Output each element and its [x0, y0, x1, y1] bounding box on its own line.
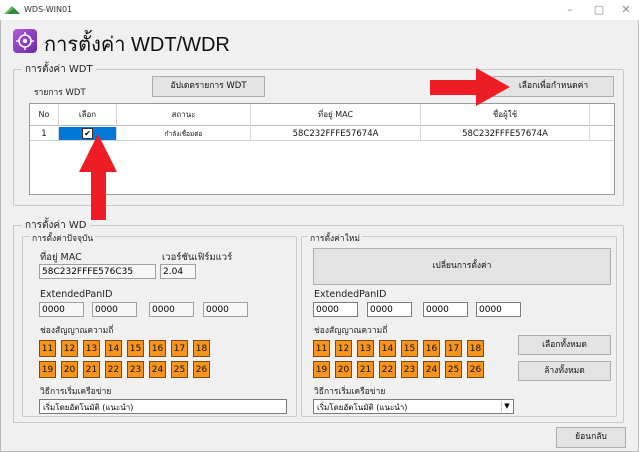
current-channel-14: 14	[105, 340, 122, 357]
new-channel-26[interactable]: 26	[467, 361, 484, 378]
title-bar: WDS-WIN01 – ▢ ✕	[0, 0, 639, 20]
new-panid-field-3[interactable]: 0000	[423, 302, 468, 317]
current-settings-legend: การตั้งค่าปัจจุบัน	[30, 231, 96, 245]
current-channel-11: 11	[39, 340, 56, 357]
new-channel-label: ช่องสัญญาณความถี่	[314, 326, 388, 336]
back-button[interactable]: ย้อนกลับ	[556, 427, 626, 448]
new-panid-field-4[interactable]: 0000	[476, 302, 521, 317]
column-header-mac[interactable]: ที่อยู่ MAC	[251, 104, 421, 126]
current-panid-field-1: 0000	[39, 302, 84, 317]
column-header-spacer	[590, 104, 614, 126]
window-title: WDS-WIN01	[24, 5, 73, 14]
new-channel-24[interactable]: 24	[423, 361, 440, 378]
current-channel-25: 25	[171, 361, 188, 378]
firmware-version-field: 2.04	[160, 264, 196, 279]
current-channel-22: 22	[105, 361, 122, 378]
firmware-version-label: เวอร์ชันเฟิร์มแวร์	[162, 252, 233, 263]
current-channel-16: 16	[149, 340, 166, 357]
new-channel-19[interactable]: 19	[313, 361, 330, 378]
current-channel-26: 26	[193, 361, 210, 378]
new-channel-25[interactable]: 25	[445, 361, 462, 378]
close-button[interactable]: ✕	[612, 2, 639, 18]
wdt-list-label: รายการ WDT	[34, 88, 86, 98]
new-method-label: วิธีการเริ่มเครือข่าย	[314, 387, 386, 397]
chevron-down-icon[interactable]: ▼	[501, 401, 512, 412]
current-channel-13: 13	[83, 340, 100, 357]
current-mac-label: ที่อยู่ MAC	[40, 252, 82, 263]
current-mac-field: 58C232FFFE576C35	[39, 264, 156, 279]
row-mac: 58C232FFFE57674A	[251, 127, 421, 141]
new-method-dropdown[interactable]: เริ่มโดยอัตโนมัติ (แนะนำ) ▼	[313, 399, 514, 414]
new-channel-14[interactable]: 14	[379, 340, 396, 357]
column-header-no[interactable]: No	[30, 104, 59, 126]
current-panid-field-4: 0000	[203, 302, 248, 317]
change-settings-button[interactable]: เปลี่ยนการตั้งค่า	[313, 248, 611, 285]
gear-icon	[16, 32, 34, 50]
current-channel-15: 15	[127, 340, 144, 357]
new-panid-field-2[interactable]: 0000	[367, 302, 412, 317]
select-all-button[interactable]: เลือกทั้งหมด	[518, 335, 611, 355]
current-channel-12: 12	[61, 340, 78, 357]
column-header-status[interactable]: สถานะ	[117, 104, 251, 126]
select-to-configure-button[interactable]: เลือกเพื่อกำหนดค่า	[493, 76, 614, 97]
maximize-button[interactable]: ▢	[585, 2, 613, 18]
column-header-name[interactable]: ชื่อผู้ใช้	[421, 104, 590, 126]
new-method-value: เริ่มโดยอัตโนมัติ (แนะนำ)	[317, 403, 408, 412]
current-channel-19: 19	[39, 361, 56, 378]
clear-all-button[interactable]: ล้างทั้งหมด	[518, 361, 611, 381]
new-channel-12[interactable]: 12	[335, 340, 352, 357]
new-channel-17[interactable]: 17	[445, 340, 462, 357]
current-channel-23: 23	[127, 361, 144, 378]
row-no: 1	[30, 127, 59, 141]
select-checkbox[interactable]: ✔	[82, 128, 93, 139]
wdt-group-legend: การตั้งค่า WDT	[22, 62, 96, 77]
row-spacer	[590, 127, 614, 141]
row-status: กำลังเชื่อมต่อ	[117, 127, 251, 141]
minimize-button[interactable]: –	[556, 2, 584, 18]
page-title: การตั้งค่า WDT/WDR	[44, 34, 230, 56]
new-channel-15[interactable]: 15	[401, 340, 418, 357]
current-channel-24: 24	[149, 361, 166, 378]
new-channel-22[interactable]: 22	[379, 361, 396, 378]
update-wdt-list-button[interactable]: อัปเดตรายการ WDT	[152, 76, 265, 97]
current-panid-label: ExtendedPanID	[40, 289, 113, 300]
new-channel-11[interactable]: 11	[313, 340, 330, 357]
current-channel-label: ช่องสัญญาณความถี่	[40, 326, 114, 336]
current-method-field: เริ่มโดยอัตโนมัติ (แนะนำ)	[39, 399, 287, 414]
new-panid-label: ExtendedPanID	[314, 289, 387, 300]
new-channel-20[interactable]: 20	[335, 361, 352, 378]
new-settings-legend: การตั้งค่าใหม่	[308, 231, 362, 245]
settings-app-icon	[13, 29, 37, 53]
app-icon	[4, 6, 20, 14]
current-method-label: วิธีการเริ่มเครือข่าย	[40, 387, 112, 397]
column-header-select[interactable]: เลือก	[59, 104, 117, 126]
current-panid-field-2: 0000	[92, 302, 137, 317]
current-channel-20: 20	[61, 361, 78, 378]
wdt-table: No เลือก สถานะ ที่อยู่ MAC ชื่อผู้ใช้ 1 …	[29, 103, 615, 195]
row-select-cell[interactable]: ✔	[59, 127, 117, 141]
new-channel-21[interactable]: 21	[357, 361, 374, 378]
current-channel-21: 21	[83, 361, 100, 378]
row-name: 58C232FFFE57674A	[421, 127, 590, 141]
new-channel-16[interactable]: 16	[423, 340, 440, 357]
current-channel-17: 17	[171, 340, 188, 357]
new-channel-23[interactable]: 23	[401, 361, 418, 378]
new-channel-13[interactable]: 13	[357, 340, 374, 357]
table-row[interactable]: 1 ✔ กำลังเชื่อมต่อ 58C232FFFE57674A 58C2…	[30, 127, 614, 141]
current-channel-18: 18	[193, 340, 210, 357]
new-panid-field-1[interactable]: 0000	[313, 302, 358, 317]
current-panid-field-3: 0000	[149, 302, 194, 317]
new-channel-18[interactable]: 18	[467, 340, 484, 357]
